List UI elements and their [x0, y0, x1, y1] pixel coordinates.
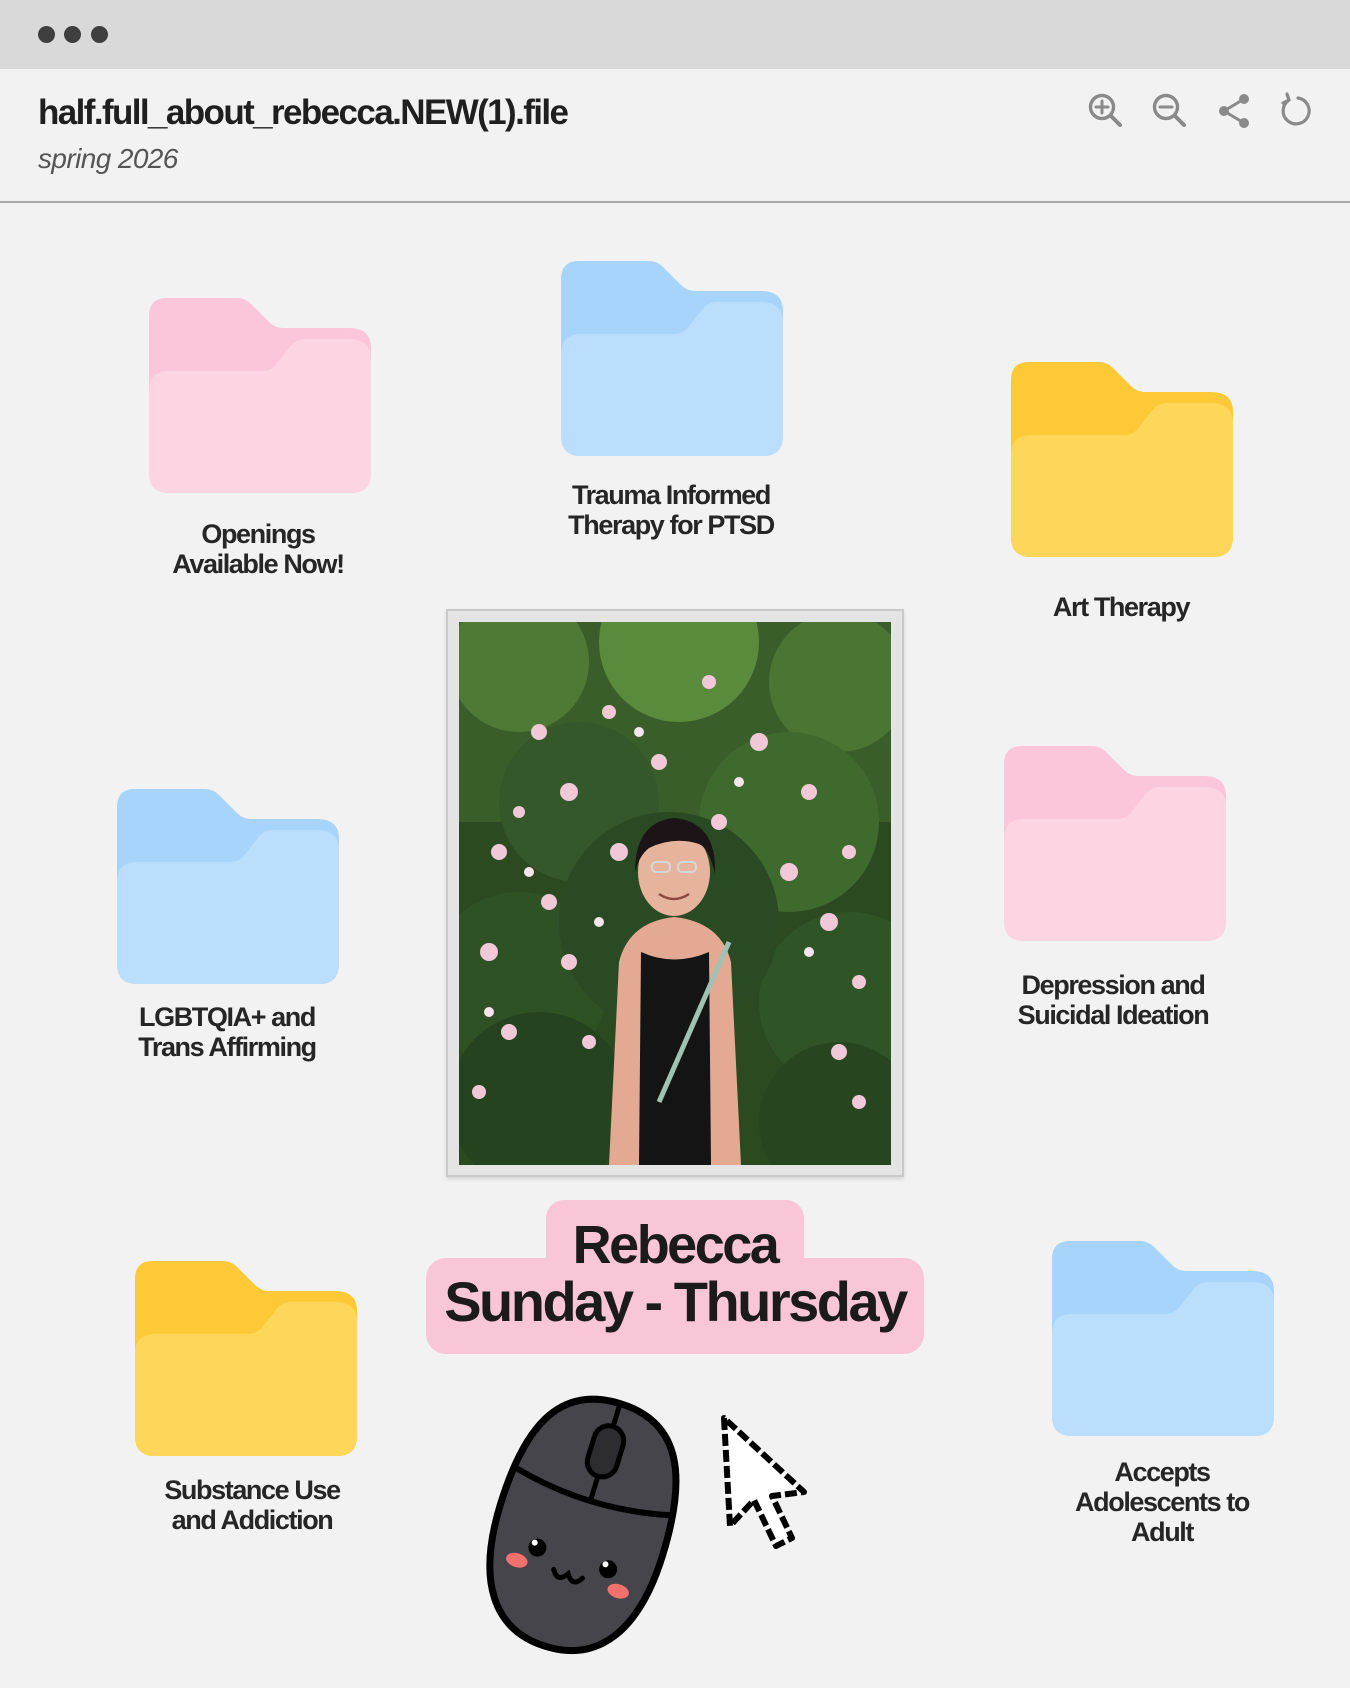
folder-label-adolescents: Accepts Adolescents to Adult: [1012, 1457, 1312, 1547]
folder-label-line: Trans Affirming: [138, 1032, 317, 1062]
mouse-mascot-icon: [486, 1395, 680, 1654]
folder-label-depression: Depression and Suicidal Ideation: [963, 970, 1263, 1030]
folder-label-line: Adolescents to: [1075, 1487, 1250, 1517]
share-icon[interactable]: [1214, 91, 1254, 131]
file-header: half.full_about_rebecca.NEW(1).file spri…: [0, 69, 1350, 203]
folder-label-line: Available Now!: [172, 549, 345, 579]
file-subtitle: spring 2026: [38, 143, 178, 174]
folder-icon-substance-use[interactable]: [135, 1261, 357, 1456]
folder-label-line: LGBTQIA+ and: [139, 1002, 316, 1032]
profile-name: Rebecca: [572, 1215, 780, 1275]
folder-label-line: Adult: [1131, 1517, 1194, 1547]
zoom-out-icon[interactable]: [1150, 91, 1190, 131]
zoom-in-icon[interactable]: [1086, 91, 1126, 131]
profile-photo-illustration: [459, 622, 891, 1165]
folder-label-openings: Openings Available Now!: [108, 519, 408, 579]
folder-label-trauma-therapy: Trauma Informed Therapy for PTSD: [521, 480, 821, 540]
folder-label-line: Accepts: [1114, 1457, 1211, 1487]
folder-label-line: and Addiction: [171, 1505, 334, 1535]
folder-label-line: Suicidal Ideation: [1017, 1000, 1210, 1030]
window-dot-minimize[interactable]: [64, 26, 81, 43]
folder-label-lgbtqia: LGBTQIA+ and Trans Affirming: [77, 1002, 377, 1062]
folder-label-substance-use: Substance Use and Addiction: [102, 1475, 402, 1535]
folder-icon-trauma-therapy[interactable]: [561, 261, 783, 456]
folder-icon-art-therapy[interactable]: [1011, 362, 1233, 557]
file-title: half.full_about_rebecca.NEW(1).file: [38, 93, 569, 132]
folder-icon-adolescents[interactable]: [1052, 1241, 1274, 1436]
folder-label-line: Openings: [201, 519, 316, 549]
folder-label-line: Depression and: [1021, 970, 1206, 1000]
folder-label-line: Therapy for PTSD: [568, 510, 775, 540]
folder-icon-depression[interactable]: [1004, 746, 1226, 941]
profile-schedule: Sunday - Thursday: [444, 1270, 908, 1333]
window-dot-close[interactable]: [38, 26, 55, 43]
folder-icon-openings[interactable]: [149, 298, 371, 493]
folder-icon-lgbtqia[interactable]: [117, 789, 339, 984]
window-dot-maximize[interactable]: [91, 26, 108, 43]
folder-label-art-therapy: Art Therapy: [971, 592, 1271, 622]
window-titlebar: [0, 0, 1350, 69]
folder-label-line: Trauma Informed: [571, 480, 771, 510]
refresh-icon[interactable]: [1276, 91, 1316, 131]
cursor-arrow-icon: [721, 1415, 807, 1549]
profile-photo[interactable]: [459, 622, 891, 1165]
folder-label-line: Substance Use: [164, 1475, 341, 1505]
folder-label-line: Art Therapy: [1052, 592, 1191, 622]
